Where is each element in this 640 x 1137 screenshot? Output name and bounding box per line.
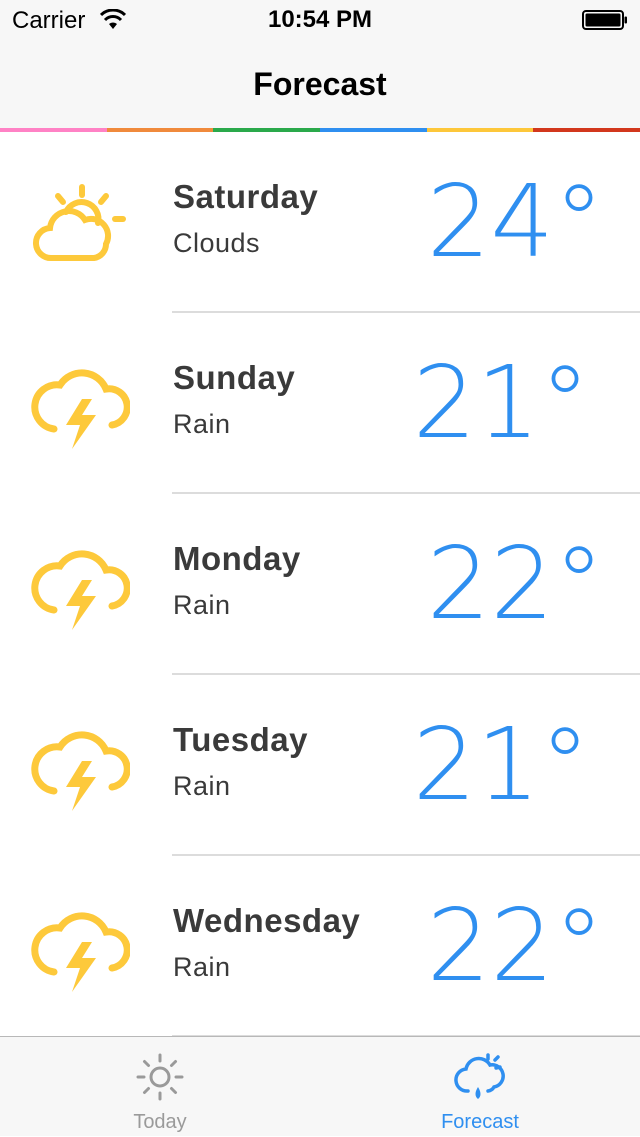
storm-icon (31, 912, 130, 992)
temperature-label: 22° (426, 525, 604, 642)
sun-icon (136, 1053, 184, 1101)
condition-label: Rain (173, 771, 231, 801)
day-label: Saturday (173, 178, 319, 215)
condition-label: Rain (173, 409, 231, 439)
forecast-list: Saturday Clouds 24° Sunday Rain 21° Mond… (0, 132, 640, 1037)
forecast-row[interactable]: Monday Rain 22° (0, 494, 640, 675)
storm-icon (31, 731, 130, 811)
temperature-label: 21° (412, 344, 590, 461)
partly-cloudy-icon (32, 184, 126, 262)
day-label: Monday (173, 540, 301, 577)
storm-icon (31, 550, 130, 630)
day-label: Wednesday (173, 902, 361, 939)
tab-today-label: Today (133, 1111, 187, 1133)
day-label: Tuesday (173, 721, 308, 758)
tab-bar: Today Forecast (0, 1036, 640, 1136)
tab-forecast[interactable]: Forecast (320, 1037, 640, 1137)
status-time: 10:54 PM (267, 6, 373, 33)
battery-icon (582, 10, 627, 30)
temperature-label: 24° (426, 163, 604, 280)
tab-today[interactable]: Today (0, 1037, 320, 1137)
navigation-bar: Forecast (0, 40, 640, 128)
cloud-rain-icon (454, 1053, 505, 1099)
condition-label: Clouds (173, 228, 261, 258)
day-label: Sunday (173, 359, 296, 396)
tab-forecast-label: Forecast (441, 1111, 519, 1133)
storm-icon (31, 369, 130, 449)
forecast-row[interactable]: Wednesday Rain 22° (0, 856, 640, 1037)
condition-label: Rain (173, 952, 231, 982)
temperature-label: 21° (412, 706, 590, 823)
forecast-row[interactable]: Sunday Rain 21° (0, 313, 640, 494)
page-title: Forecast (253, 66, 387, 102)
forecast-row[interactable]: Tuesday Rain 21° (0, 675, 640, 856)
forecast-row[interactable]: Saturday Clouds 24° (0, 132, 640, 313)
status-bar: Carrier 10:54 PM (0, 0, 640, 40)
condition-label: Rain (173, 590, 231, 620)
temperature-label: 22° (426, 887, 604, 1004)
